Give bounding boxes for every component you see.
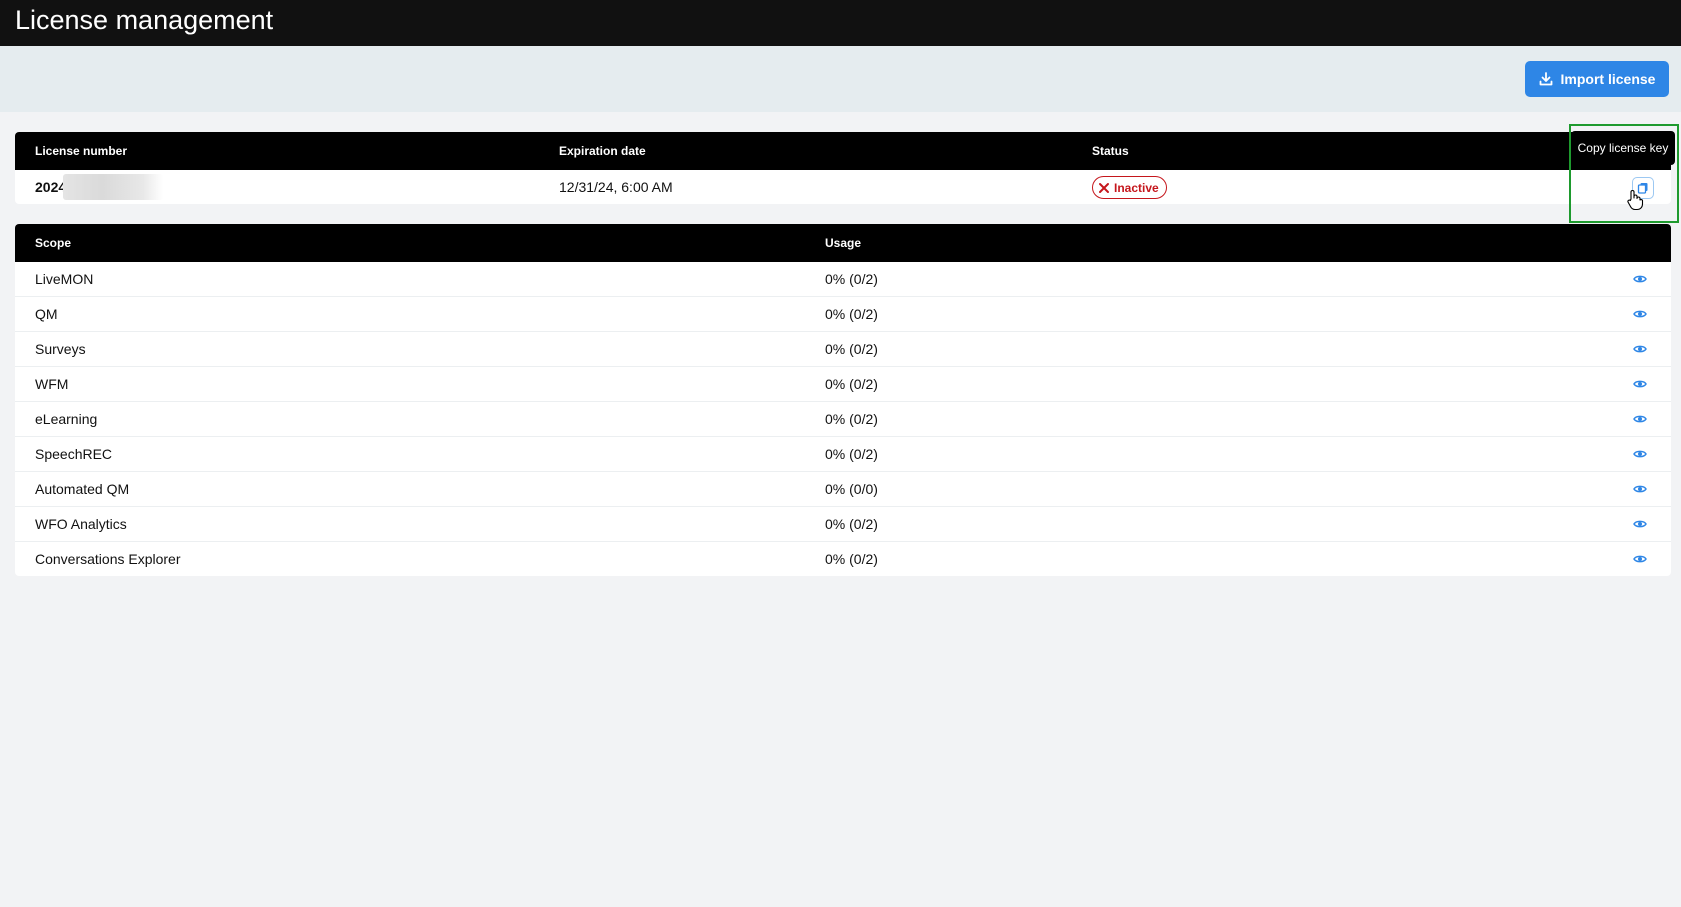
scope-name: Automated QM — [35, 481, 130, 497]
scope-name: LiveMON — [35, 271, 94, 287]
scope-name: Surveys — [35, 341, 86, 357]
scope-usage: 0% (0/2) — [825, 376, 878, 392]
view-icon[interactable] — [1633, 483, 1647, 495]
import-license-button[interactable]: Import license — [1525, 61, 1669, 97]
scope-usage: 0% (0/2) — [825, 446, 878, 462]
scope-usage: 0% (0/2) — [825, 411, 878, 427]
close-icon — [1099, 182, 1109, 193]
license-number: 2024 — [35, 179, 67, 195]
table-row: LiveMON 0% (0/2) — [15, 262, 1671, 297]
expiration-date: 12/31/24, 6:00 AM — [559, 179, 673, 195]
view-icon[interactable] — [1633, 273, 1647, 285]
toolbar: Import license — [0, 46, 1681, 112]
hand-cursor-icon — [1627, 190, 1644, 211]
scope-usage: 0% (0/0) — [825, 481, 878, 497]
scope-table-header: Scope Usage — [15, 224, 1671, 262]
download-icon — [1539, 72, 1552, 86]
scope-name: QM — [35, 306, 58, 322]
scope-name: Conversations Explorer — [35, 551, 181, 567]
table-row: eLearning 0% (0/2) — [15, 402, 1671, 437]
page-title: License management — [15, 5, 274, 35]
scope-usage: 0% (0/2) — [825, 341, 878, 357]
view-icon[interactable] — [1633, 553, 1647, 565]
column-usage: Usage — [825, 236, 862, 250]
license-row: 2024 12/31/24, 6:00 AM Inactive — [15, 170, 1671, 204]
column-scope: Scope — [35, 236, 72, 250]
scope-usage: 0% (0/2) — [825, 271, 878, 287]
license-table-header: License number Expiration date Status — [15, 132, 1671, 170]
view-icon[interactable] — [1633, 308, 1647, 320]
tooltip-arrow — [1634, 165, 1644, 170]
table-row: SpeechREC 0% (0/2) — [15, 437, 1671, 472]
redacted-license-number — [63, 174, 163, 200]
table-row: WFM 0% (0/2) — [15, 367, 1671, 402]
view-icon[interactable] — [1633, 343, 1647, 355]
view-icon[interactable] — [1633, 448, 1647, 460]
scope-usage: 0% (0/2) — [825, 306, 878, 322]
license-table: License number Expiration date Status 20… — [15, 132, 1671, 204]
view-icon[interactable] — [1633, 413, 1647, 425]
scope-name: WFO Analytics — [35, 516, 127, 532]
status-badge: Inactive — [1092, 176, 1167, 199]
scope-name: eLearning — [35, 411, 98, 427]
view-icon[interactable] — [1633, 518, 1647, 530]
table-row: QM 0% (0/2) — [15, 297, 1671, 332]
scope-rows: LiveMON 0% (0/2) QM 0% (0/2) Surveys 0% (0/2)… — [15, 262, 1671, 576]
scope-name: SpeechREC — [35, 446, 113, 462]
import-license-label: Import license — [1560, 71, 1656, 87]
table-row: WFO Analytics 0% (0/2) — [15, 507, 1671, 542]
copy-license-key-tooltip: Copy license key — [1571, 131, 1675, 165]
view-icon[interactable] — [1633, 378, 1647, 390]
status-label: Inactive — [1114, 180, 1159, 195]
table-row: Surveys 0% (0/2) — [15, 332, 1671, 367]
table-row: Automated QM 0% (0/0) — [15, 472, 1671, 507]
table-row: Conversations Explorer 0% (0/2) — [15, 542, 1671, 576]
scope-usage: 0% (0/2) — [825, 516, 878, 532]
column-status: Status — [1092, 144, 1129, 158]
column-expiration-date: Expiration date — [559, 144, 646, 158]
scope-name: WFM — [35, 376, 69, 392]
app-header: License management — [0, 0, 1681, 46]
scope-table: Scope Usage LiveMON 0% (0/2) QM 0% (0/2) Sur… — [15, 224, 1671, 576]
column-license-number: License number — [35, 144, 128, 158]
scope-usage: 0% (0/2) — [825, 551, 878, 567]
